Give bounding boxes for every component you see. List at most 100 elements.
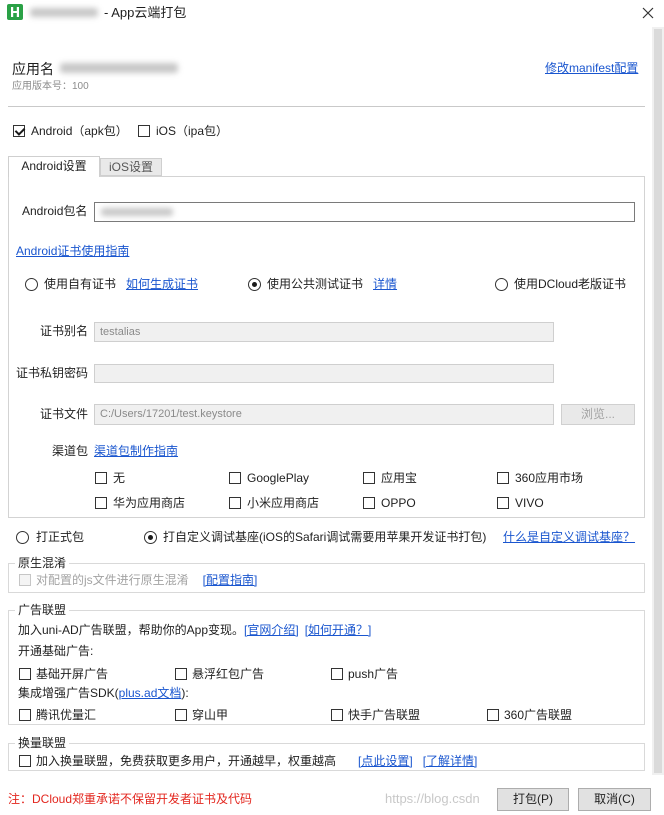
cert-own-label[interactable]: 使用自有证书	[44, 277, 116, 291]
obfuscation-guide-link[interactable]: [配置指南]	[203, 573, 258, 587]
obfuscation-option: 对配置的js文件进行原生混淆 [配置指南]	[36, 572, 257, 588]
channel-xiaomi-label[interactable]: 小米应用商店	[247, 495, 319, 511]
obfuscation-checkbox[interactable]	[19, 574, 31, 586]
cert-password-input[interactable]	[94, 364, 554, 383]
android-platform-label[interactable]: Android（apk包）	[31, 123, 128, 139]
privacy-note: 注：DCloud郑重承诺不保留开发者证书及代码	[8, 792, 253, 806]
ads-official-intro-link[interactable]: [官网介绍]	[244, 623, 299, 637]
cert-dcloud-old-radio[interactable]	[495, 278, 508, 291]
channel-huawei-checkbox[interactable]	[95, 497, 107, 509]
ad-splash-checkbox[interactable]	[19, 668, 31, 680]
ad-360-checkbox[interactable]	[487, 709, 499, 721]
channel-yingyongbao-checkbox[interactable]	[363, 472, 375, 484]
watermark: https://blog.csdn	[385, 791, 480, 806]
channel-oppo-checkbox[interactable]	[363, 497, 375, 509]
exchange-settings-link[interactable]: [点此设置]	[358, 754, 413, 768]
plus-ad-docs-link[interactable]: plus.ad文档	[119, 686, 182, 700]
cert-dcloud-old-label[interactable]: 使用DCloud老版证书	[514, 276, 626, 292]
tab-android-settings[interactable]: Android设置	[8, 156, 100, 177]
ad-360-label[interactable]: 360广告联盟	[504, 707, 572, 723]
ios-platform-checkbox[interactable]	[138, 125, 150, 137]
edit-manifest-link[interactable]: 修改manifest配置	[545, 60, 638, 76]
channel-none-label[interactable]: 无	[113, 470, 125, 486]
ads-how-to-enable-link[interactable]: [如何开通？]	[305, 623, 372, 637]
cert-file-input[interactable]: C:/Users/17201/test.keystore	[94, 404, 554, 425]
cert-public-test-radio[interactable]	[248, 278, 261, 291]
channel-yingyongbao-label[interactable]: 应用宝	[381, 470, 417, 486]
exchange-label[interactable]: 加入换量联盟，免费获取更多用户，开通越早，权重越高	[36, 754, 336, 768]
channel-vivo-checkbox[interactable]	[497, 497, 509, 509]
cert-alias-label: 证书别名	[40, 324, 89, 338]
channel-360-checkbox[interactable]	[497, 472, 509, 484]
ad-tencent-checkbox[interactable]	[19, 709, 31, 721]
cert-public-test-option: 使用公共测试证书 详情	[267, 276, 397, 292]
ad-floating-redpacket-label[interactable]: 悬浮红包广告	[192, 666, 264, 682]
release-build-label[interactable]: 打正式包	[36, 529, 84, 545]
release-build-radio[interactable]	[16, 531, 29, 544]
channel-vivo-label[interactable]: VIVO	[515, 495, 544, 511]
close-icon[interactable]	[642, 7, 654, 19]
ads-legend: 广告联盟	[15, 602, 70, 618]
scrollbar-thumb[interactable]	[654, 29, 662, 773]
cert-public-test-label[interactable]: 使用公共测试证书	[267, 277, 363, 291]
how-to-generate-cert-link[interactable]: 如何生成证书	[126, 277, 198, 291]
redacted-text	[60, 63, 178, 73]
ad-push-checkbox[interactable]	[331, 668, 343, 680]
ads-basic-heading: 开通基础广告:	[18, 644, 94, 658]
cert-alias-value: testalias	[100, 326, 141, 338]
cert-guide-link[interactable]: Android证书使用指南	[16, 243, 129, 259]
cert-file-label: 证书文件	[40, 407, 89, 421]
build-button[interactable]: 打包(P)	[497, 788, 569, 811]
hbuilder-logo-icon	[7, 4, 23, 20]
header-divider	[8, 106, 645, 107]
ad-kuaishou-checkbox[interactable]	[331, 709, 343, 721]
redacted-text	[30, 8, 98, 17]
ad-push-label[interactable]: push广告	[348, 666, 398, 682]
exchange-option: 加入换量联盟，免费获取更多用户，开通越早，权重越高 [点此设置] [了解详情]	[36, 753, 477, 769]
ad-splash-label[interactable]: 基础开屏广告	[36, 666, 108, 682]
exchange-checkbox[interactable]	[19, 755, 31, 767]
cert-own-option: 使用自有证书 如何生成证书	[44, 276, 198, 292]
android-platform-checkbox[interactable]	[13, 125, 25, 137]
custom-debug-base-radio[interactable]	[144, 531, 157, 544]
package-name-label: Android包名	[22, 204, 88, 218]
app-version: 应用版本号：100	[12, 81, 89, 92]
ad-pangle-label[interactable]: 穿山甲	[192, 707, 228, 723]
channel-none-checkbox[interactable]	[95, 472, 107, 484]
tab-ios-settings[interactable]: iOS设置	[100, 158, 162, 176]
channel-huawei-label[interactable]: 华为应用商店	[113, 495, 185, 511]
ads-sdk-heading: 集成增强广告SDK(plus.ad文档):	[18, 685, 189, 701]
ad-pangle-checkbox[interactable]	[175, 709, 187, 721]
channel-360-label[interactable]: 360应用市场	[515, 470, 583, 486]
custom-debug-base-help-link[interactable]: 什么是自定义调试基座？	[503, 529, 635, 545]
ads-sdk-heading-suffix: ):	[181, 686, 189, 700]
channel-xiaomi-checkbox[interactable]	[229, 497, 241, 509]
scrollbar[interactable]	[652, 27, 664, 775]
custom-debug-base-label[interactable]: 打自定义调试基座(iOS的Safari调试需要用苹果开发证书打包)	[163, 529, 486, 545]
app-name-label: 应用名	[12, 61, 54, 77]
ads-intro: 加入uni-AD广告联盟，帮助你的App变现。[官网介绍] [如何开通？]	[18, 622, 371, 638]
channel-guide-link[interactable]: 渠道包制作指南	[94, 443, 178, 459]
ad-kuaishou-label[interactable]: 快手广告联盟	[348, 707, 420, 723]
android-settings-panel	[8, 176, 645, 518]
ads-intro-text: 加入uni-AD广告联盟，帮助你的App变现。	[18, 623, 245, 637]
cert-own-radio[interactable]	[25, 278, 38, 291]
package-name-input[interactable]	[94, 202, 635, 222]
channel-oppo-label[interactable]: OPPO	[381, 495, 416, 511]
exchange-details-link[interactable]: [了解详情]	[423, 754, 478, 768]
cert-details-link[interactable]: 详情	[373, 277, 397, 291]
obfuscation-legend: 原生混淆	[15, 555, 70, 571]
ads-sdk-heading-prefix: 集成增强广告SDK(	[18, 686, 119, 700]
ad-tencent-label[interactable]: 腾讯优量汇	[36, 707, 96, 723]
ios-platform-label[interactable]: iOS（ipa包）	[156, 123, 228, 139]
cert-password-label: 证书私钥密码	[16, 366, 89, 380]
obfuscation-label[interactable]: 对配置的js文件进行原生混淆	[36, 573, 189, 587]
exchange-legend: 换量联盟	[15, 735, 70, 751]
channel-googleplay-label[interactable]: GooglePlay	[247, 470, 309, 486]
browse-button[interactable]: 浏览...	[561, 404, 635, 425]
redacted-text	[101, 208, 173, 216]
channel-googleplay-checkbox[interactable]	[229, 472, 241, 484]
ad-floating-redpacket-checkbox[interactable]	[175, 668, 187, 680]
cert-alias-input[interactable]: testalias	[94, 322, 554, 342]
cancel-button[interactable]: 取消(C)	[578, 788, 651, 811]
